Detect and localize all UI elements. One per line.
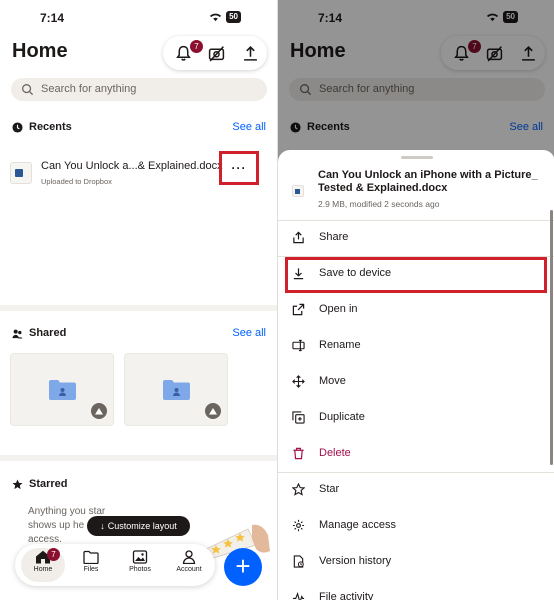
word-doc-icon	[10, 162, 32, 184]
search-placeholder: Search for anything	[41, 83, 137, 95]
file-more-options-button[interactable]: ···	[219, 151, 259, 185]
sheet-scrollbar[interactable]	[550, 210, 553, 465]
notification-badge: 7	[190, 40, 203, 53]
menu-item-star[interactable]: Star	[278, 472, 548, 508]
menu-item-open-in[interactable]: Open in	[278, 292, 548, 328]
section-divider	[0, 455, 277, 461]
section-divider	[0, 305, 277, 311]
share-icon	[293, 231, 304, 244]
upload-icon	[243, 45, 257, 61]
customize-layout-label: Customize layout	[107, 521, 177, 531]
header-actions: 7	[163, 36, 267, 70]
status-bar: 7:14 50	[0, 0, 277, 36]
notifications-button[interactable]: 7	[172, 40, 203, 64]
person-icon	[182, 550, 196, 564]
customize-layout-button[interactable]: ↓ Customize layout	[87, 516, 190, 536]
menu-item-duplicate[interactable]: Duplicate	[278, 400, 548, 436]
word-doc-icon	[292, 185, 304, 197]
menu-item-delete[interactable]: Delete	[278, 436, 548, 472]
search-icon	[22, 84, 34, 96]
activity-icon	[292, 592, 305, 600]
create-new-button[interactable]: +	[224, 548, 262, 586]
shared-see-all-link[interactable]: See all	[232, 327, 266, 339]
menu-item-file-activity[interactable]: File activity	[278, 580, 548, 600]
tab-photos[interactable]: Photos	[118, 548, 162, 582]
photo-icon	[132, 550, 148, 564]
status-time: 7:14	[40, 11, 65, 25]
bottom-tab-bar: Home 7 Files Photos Account	[15, 544, 215, 586]
home-screen-with-sheet: 7:14 50 Home 7 Search for anything Recen…	[277, 0, 554, 600]
menu-item-version-history[interactable]: Version history	[278, 544, 548, 580]
clock-icon	[12, 121, 23, 133]
shared-heading: Shared	[12, 327, 66, 339]
home-screen: 7:14 50 Home 7 Search for anything Recen…	[0, 0, 277, 600]
recents-see-all-link[interactable]: See all	[232, 121, 266, 133]
page-title: Home	[12, 40, 68, 62]
duplicate-icon	[292, 411, 305, 424]
upload-button[interactable]	[239, 42, 261, 64]
arrow-down-icon: ↓	[100, 521, 105, 531]
trash-icon	[293, 447, 304, 460]
menu-item-rename[interactable]: Rename	[278, 328, 548, 364]
move-icon	[292, 375, 305, 388]
starred-label: Starred	[29, 478, 68, 490]
shared-indicator-icon	[205, 403, 221, 419]
recents-heading: Recents	[12, 121, 72, 133]
tab-files[interactable]: Files	[69, 548, 113, 582]
save-to-device-highlight	[285, 257, 547, 293]
tab-badge: 7	[47, 548, 60, 561]
bell-icon	[175, 45, 191, 61]
shared-folder-card[interactable]	[10, 353, 114, 426]
shared-folder-card[interactable]	[124, 353, 228, 426]
shared-folder-icon	[49, 380, 76, 400]
version-history-icon	[293, 555, 304, 568]
status-icons: 50	[209, 11, 241, 23]
star-icon	[292, 483, 305, 496]
menu-item-share[interactable]: Share	[278, 220, 548, 256]
menu-item-move[interactable]: Move	[278, 364, 548, 400]
shared-label: Shared	[29, 327, 67, 339]
open-in-icon	[292, 303, 305, 316]
starred-heading: Starred	[12, 478, 68, 490]
star-icon	[12, 478, 23, 489]
camera-off-icon	[208, 45, 224, 61]
wifi-icon	[210, 13, 222, 22]
file-subtitle: Uploaded to Dropbox	[41, 177, 112, 186]
folder-icon	[83, 550, 99, 564]
people-icon	[12, 329, 23, 339]
menu-item-manage-access[interactable]: Manage access	[278, 508, 548, 544]
file-actions-sheet: Can You Unlock an iPhone with a Picture_…	[278, 150, 554, 600]
rename-icon	[292, 339, 305, 352]
shared-indicator-icon	[91, 403, 107, 419]
tab-home[interactable]: Home 7	[21, 548, 65, 582]
file-name: Can You Unlock a...& Explained.docx	[41, 160, 223, 172]
sheet-grabber[interactable]	[401, 156, 433, 159]
sheet-file-title: Can You Unlock an iPhone with a Picture_…	[318, 169, 538, 194]
search-input[interactable]: Search for anything	[11, 78, 267, 101]
camera-uploads-button[interactable]	[205, 42, 227, 64]
recents-label: Recents	[29, 121, 72, 133]
sheet-file-meta: 2.9 MB, modified 2 seconds ago	[318, 199, 440, 209]
gear-icon	[292, 519, 305, 532]
shared-folder-icon	[163, 380, 190, 400]
battery-icon: 50	[226, 11, 241, 23]
tab-account[interactable]: Account	[167, 548, 211, 582]
